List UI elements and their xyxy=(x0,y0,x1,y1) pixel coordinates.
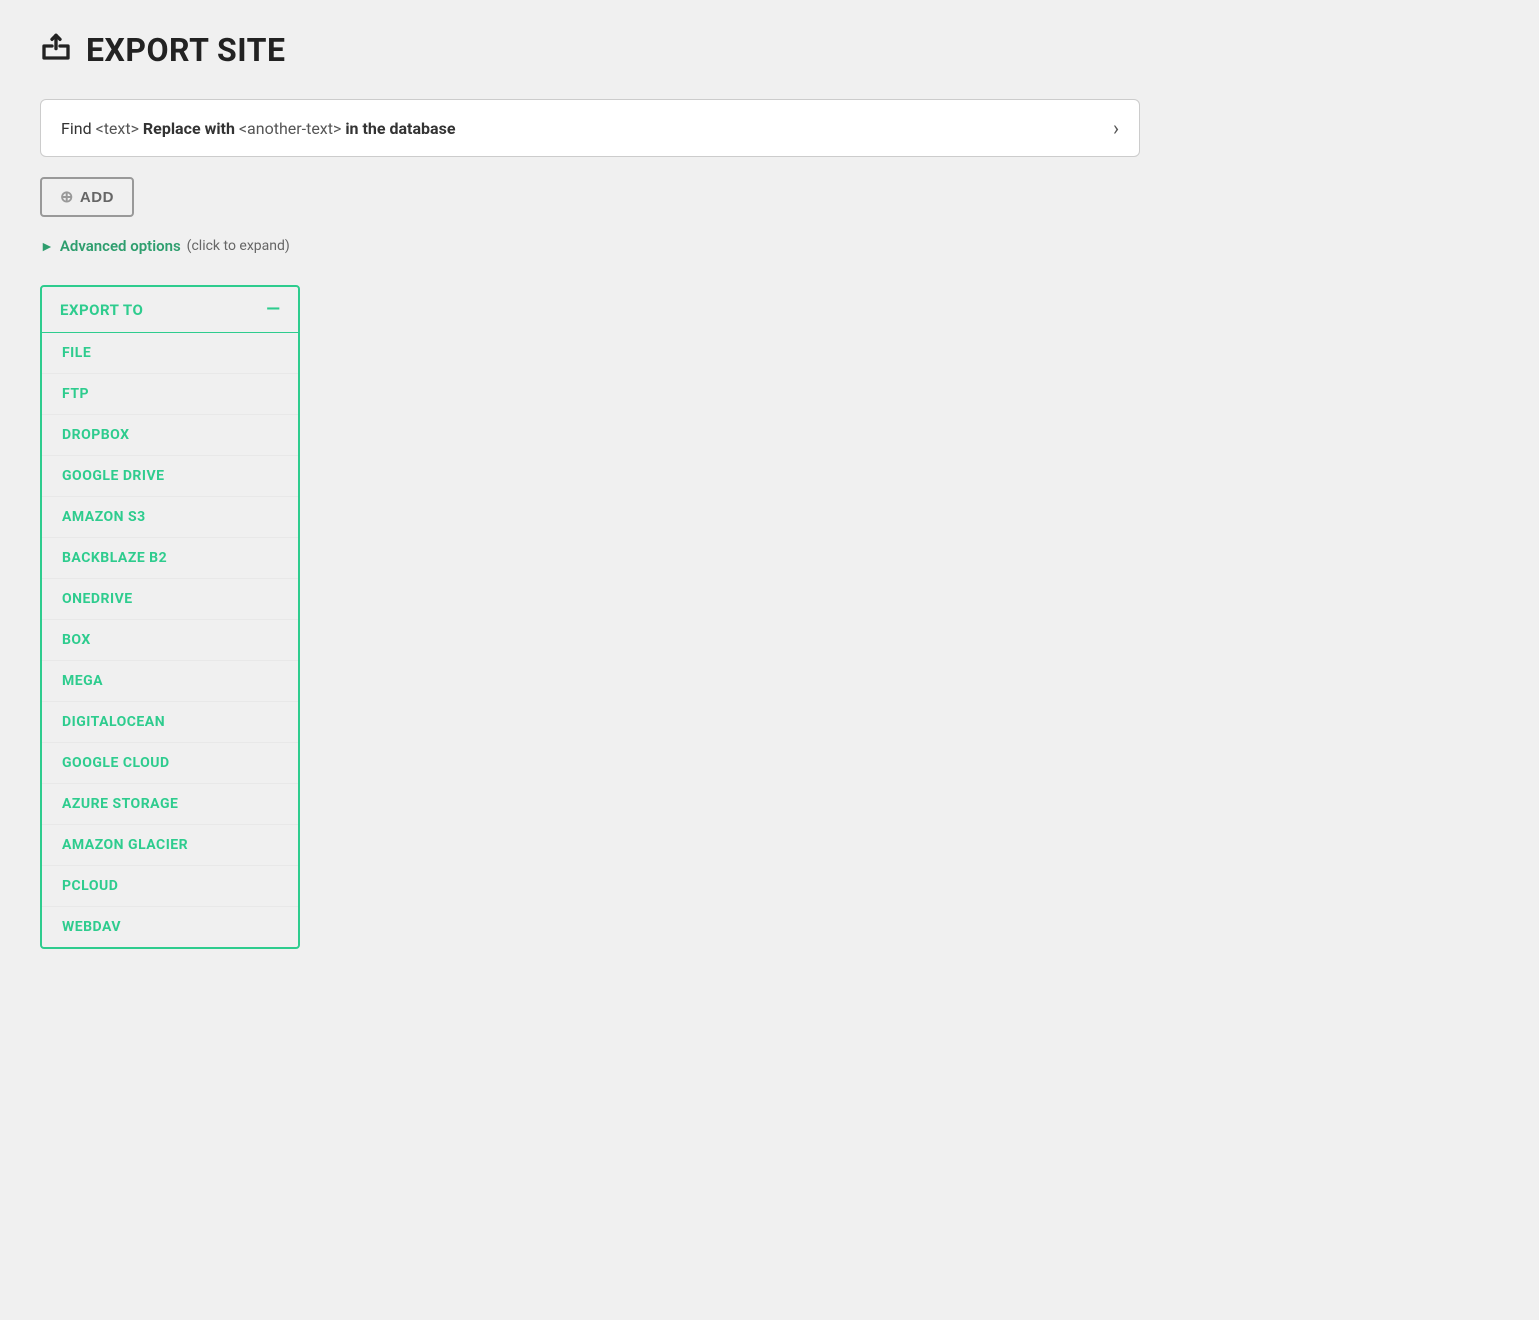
find-replace-chevron-icon: › xyxy=(1113,116,1119,140)
advanced-options-hint: (click to expand) xyxy=(187,238,290,254)
export-option-item[interactable]: MEGA xyxy=(42,661,298,702)
add-button[interactable]: ⊕ ADD xyxy=(40,177,134,217)
export-option-item[interactable]: BOX xyxy=(42,620,298,661)
plus-icon: ⊕ xyxy=(60,187,74,207)
export-option-item[interactable]: FTP xyxy=(42,374,298,415)
export-option-item[interactable]: AMAZON S3 xyxy=(42,497,298,538)
export-option-item[interactable]: DROPBOX xyxy=(42,415,298,456)
export-option-item[interactable]: BACKBLAZE B2 xyxy=(42,538,298,579)
export-site-icon xyxy=(40,30,72,69)
find-replace-text: Find <text> Replace with <another-text> … xyxy=(61,119,455,138)
export-option-item[interactable]: AZURE STORAGE xyxy=(42,784,298,825)
export-to-panel: EXPORT TO — FILEFTPDROPBOXGOOGLE DRIVEAM… xyxy=(40,285,300,949)
page-header: EXPORT SITE xyxy=(40,30,1499,69)
export-option-item[interactable]: AMAZON GLACIER xyxy=(42,825,298,866)
page-title: EXPORT SITE xyxy=(86,31,285,69)
export-option-item[interactable]: FILE xyxy=(42,333,298,374)
advanced-options-label: Advanced options xyxy=(60,237,181,255)
export-option-item[interactable]: ONEDRIVE xyxy=(42,579,298,620)
export-option-item[interactable]: WEBDAV xyxy=(42,907,298,947)
export-option-item[interactable]: PCLOUD xyxy=(42,866,298,907)
export-option-item[interactable]: GOOGLE CLOUD xyxy=(42,743,298,784)
collapse-icon[interactable]: — xyxy=(266,299,280,320)
export-option-item[interactable]: GOOGLE DRIVE xyxy=(42,456,298,497)
export-to-header: EXPORT TO — xyxy=(42,287,298,333)
export-to-title: EXPORT TO xyxy=(60,301,143,319)
find-replace-bar[interactable]: Find <text> Replace with <another-text> … xyxy=(40,99,1140,157)
export-options-list: FILEFTPDROPBOXGOOGLE DRIVEAMAZON S3BACKB… xyxy=(42,333,298,947)
advanced-options[interactable]: ► Advanced options (click to expand) xyxy=(40,237,1499,255)
advanced-options-arrow-icon: ► xyxy=(40,238,54,255)
export-option-item[interactable]: DIGITALOCEAN xyxy=(42,702,298,743)
add-button-label: ADD xyxy=(80,189,114,206)
